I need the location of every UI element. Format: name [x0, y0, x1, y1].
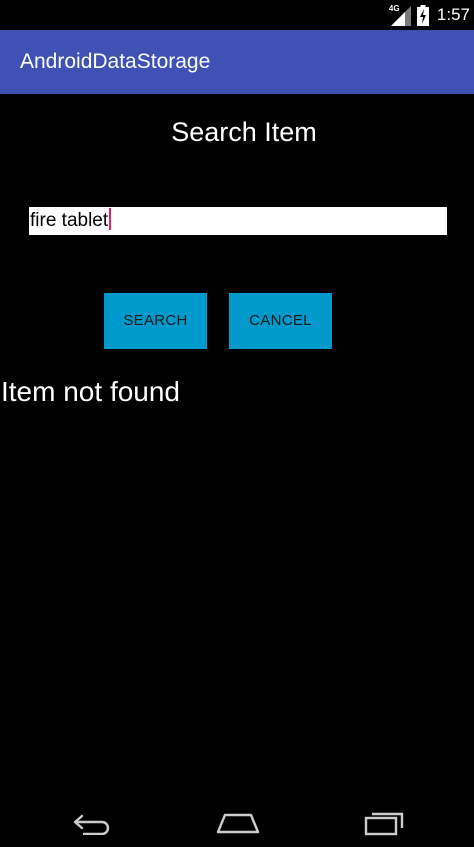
- battery-charging-icon: [416, 4, 429, 26]
- recents-button[interactable]: [345, 799, 425, 847]
- signal-icon: [390, 6, 411, 26]
- status-clock: 1:57: [436, 5, 470, 24]
- status-bar: 4G 1:57: [0, 0, 474, 30]
- result-message: Item not found: [1, 376, 181, 407]
- cancel-button[interactable]: CANCEL: [229, 293, 332, 349]
- back-icon: [73, 814, 110, 835]
- status-icons: 4G 1:57: [389, 0, 470, 30]
- home-icon: [216, 813, 260, 834]
- home-button[interactable]: [198, 799, 278, 847]
- navigation-bar: [0, 799, 474, 847]
- text-cursor: [109, 207, 112, 230]
- recents-icon: [364, 812, 404, 836]
- app-title: AndroidDataStorage: [20, 50, 211, 73]
- search-input-text[interactable]: fire tablet: [30, 207, 112, 235]
- app-bar: AndroidDataStorage: [0, 30, 474, 94]
- search-input-value: fire tablet: [30, 210, 109, 231]
- signal-indicator: 4G: [389, 4, 411, 26]
- search-input[interactable]: fire tablet: [29, 207, 447, 235]
- page-title: Search Item: [171, 117, 317, 147]
- search-button[interactable]: SEARCH: [104, 293, 207, 349]
- back-button[interactable]: [53, 799, 133, 847]
